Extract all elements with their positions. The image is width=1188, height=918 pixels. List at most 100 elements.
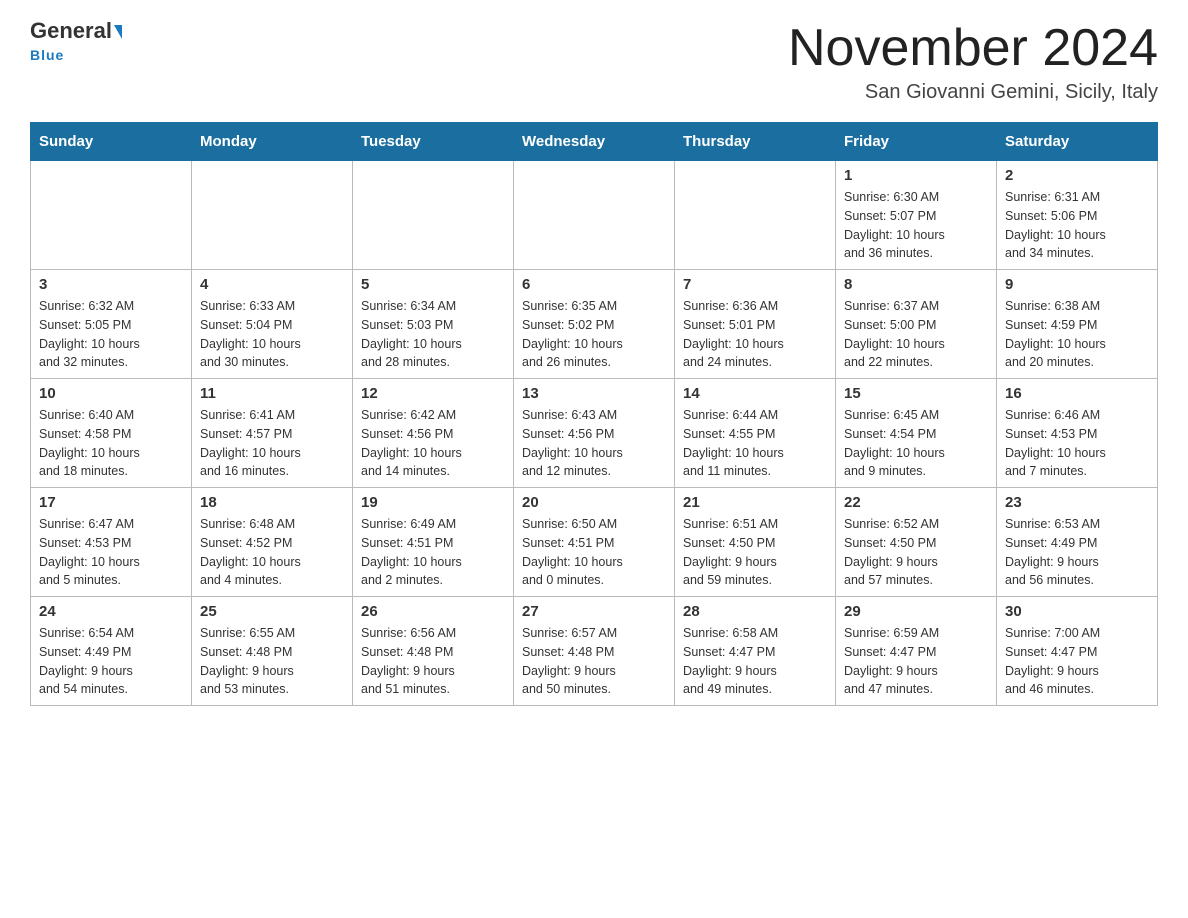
weekday-header-saturday: Saturday (997, 123, 1158, 161)
calendar-cell: 26 Sunrise: 6:56 AMSunset: 4:48 PMDayligh… (353, 597, 514, 706)
week-row-1: 1 Sunrise: 6:30 AMSunset: 5:07 PMDaylight… (31, 161, 1158, 270)
logo-blue-text: Blue (30, 47, 64, 63)
logo-triangle-icon (114, 25, 122, 39)
day-info: Sunrise: 6:58 AMSunset: 4:47 PMDaylight:… (683, 624, 827, 699)
calendar-cell (192, 161, 353, 270)
day-info: Sunrise: 6:55 AMSunset: 4:48 PMDaylight:… (200, 624, 344, 699)
week-row-2: 3Sunrise: 6:32 AMSunset: 5:05 PMDaylight… (31, 270, 1158, 379)
day-info: Sunrise: 6:45 AMSunset: 4:54 PMDaylight:… (844, 406, 988, 481)
week-row-3: 10Sunrise: 6:40 AMSunset: 4:58 PMDayligh… (31, 379, 1158, 488)
day-info: Sunrise: 6:43 AMSunset: 4:56 PMDaylight:… (522, 406, 666, 481)
calendar-cell: 8 Sunrise: 6:37 AMSunset: 5:00 PMDaylight… (836, 270, 997, 379)
day-info: Sunrise: 7:00 AMSunset: 4:47 PMDaylight:… (1005, 624, 1149, 699)
calendar-cell (514, 161, 675, 270)
day-info: Sunrise: 6:49 AMSunset: 4:51 PMDaylight:… (361, 515, 505, 590)
calendar-cell (353, 161, 514, 270)
day-info: Sunrise: 6:34 AMSunset: 5:03 PMDaylight:… (361, 297, 505, 372)
calendar-cell: 14 Sunrise: 6:44 AMSunset: 4:55 PMDayligh… (675, 379, 836, 488)
week-row-5: 24 Sunrise: 6:54 AMSunset: 4:49 PMDayligh… (31, 597, 1158, 706)
location-subtitle: San Giovanni Gemini, Sicily, Italy (788, 81, 1158, 104)
weekday-header-monday: Monday (192, 123, 353, 161)
day-number: 9 (1005, 276, 1149, 293)
calendar-cell: 9 Sunrise: 6:38 AMSunset: 4:59 PMDaylight… (997, 270, 1158, 379)
day-info: Sunrise: 6:50 AMSunset: 4:51 PMDaylight:… (522, 515, 666, 590)
weekday-header-tuesday: Tuesday (353, 123, 514, 161)
day-number: 8 (844, 276, 988, 293)
day-info: Sunrise: 6:40 AMSunset: 4:58 PMDaylight:… (39, 406, 183, 481)
calendar-cell: 12 Sunrise: 6:42 AMSunset: 4:56 PMDayligh… (353, 379, 514, 488)
page-header: General Blue November 2024 San Giovanni … (30, 20, 1158, 104)
day-number: 23 (1005, 494, 1149, 511)
calendar-cell: 22 Sunrise: 6:52 AMSunset: 4:50 PMDayligh… (836, 488, 997, 597)
day-info: Sunrise: 6:35 AMSunset: 5:02 PMDaylight:… (522, 297, 666, 372)
day-number: 20 (522, 494, 666, 511)
calendar-cell: 30 Sunrise: 7:00 AMSunset: 4:47 PMDayligh… (997, 597, 1158, 706)
calendar-cell: 17 Sunrise: 6:47 AMSunset: 4:53 PMDayligh… (31, 488, 192, 597)
month-title: November 2024 (788, 20, 1158, 77)
day-number: 17 (39, 494, 183, 511)
day-number: 26 (361, 603, 505, 620)
day-number: 13 (522, 385, 666, 402)
day-number: 29 (844, 603, 988, 620)
calendar-cell: 21Sunrise: 6:51 AMSunset: 4:50 PMDayligh… (675, 488, 836, 597)
calendar-cell: 28 Sunrise: 6:58 AMSunset: 4:47 PMDayligh… (675, 597, 836, 706)
day-number: 30 (1005, 603, 1149, 620)
day-info: Sunrise: 6:44 AMSunset: 4:55 PMDaylight:… (683, 406, 827, 481)
day-number: 19 (361, 494, 505, 511)
day-info: Sunrise: 6:41 AMSunset: 4:57 PMDaylight:… (200, 406, 344, 481)
weekday-header-thursday: Thursday (675, 123, 836, 161)
calendar-cell: 23Sunrise: 6:53 AMSunset: 4:49 PMDayligh… (997, 488, 1158, 597)
day-number: 12 (361, 385, 505, 402)
calendar-cell: 20 Sunrise: 6:50 AMSunset: 4:51 PMDayligh… (514, 488, 675, 597)
day-info: Sunrise: 6:30 AMSunset: 5:07 PMDaylight:… (844, 188, 988, 263)
calendar-cell (675, 161, 836, 270)
day-number: 1 (844, 167, 988, 184)
day-info: Sunrise: 6:42 AMSunset: 4:56 PMDaylight:… (361, 406, 505, 481)
day-number: 21 (683, 494, 827, 511)
day-number: 2 (1005, 167, 1149, 184)
calendar-cell: 11 Sunrise: 6:41 AMSunset: 4:57 PMDayligh… (192, 379, 353, 488)
day-info: Sunrise: 6:31 AMSunset: 5:06 PMDaylight:… (1005, 188, 1149, 263)
day-info: Sunrise: 6:59 AMSunset: 4:47 PMDaylight:… (844, 624, 988, 699)
day-number: 3 (39, 276, 183, 293)
calendar-cell: 7 Sunrise: 6:36 AMSunset: 5:01 PMDaylight… (675, 270, 836, 379)
calendar-cell: 25 Sunrise: 6:55 AMSunset: 4:48 PMDayligh… (192, 597, 353, 706)
title-area: November 2024 San Giovanni Gemini, Sicil… (788, 20, 1158, 104)
logo: General Blue (30, 20, 122, 64)
day-info: Sunrise: 6:56 AMSunset: 4:48 PMDaylight:… (361, 624, 505, 699)
weekday-header-wednesday: Wednesday (514, 123, 675, 161)
day-number: 4 (200, 276, 344, 293)
calendar-cell: 27Sunrise: 6:57 AMSunset: 4:48 PMDayligh… (514, 597, 675, 706)
day-info: Sunrise: 6:37 AMSunset: 5:00 PMDaylight:… (844, 297, 988, 372)
calendar-cell: 6 Sunrise: 6:35 AMSunset: 5:02 PMDaylight… (514, 270, 675, 379)
day-info: Sunrise: 6:52 AMSunset: 4:50 PMDaylight:… (844, 515, 988, 590)
weekday-header-sunday: Sunday (31, 123, 192, 161)
calendar-cell (31, 161, 192, 270)
calendar-cell: 13 Sunrise: 6:43 AMSunset: 4:56 PMDayligh… (514, 379, 675, 488)
calendar-cell: 5Sunrise: 6:34 AMSunset: 5:03 PMDaylight… (353, 270, 514, 379)
calendar-cell: 29 Sunrise: 6:59 AMSunset: 4:47 PMDayligh… (836, 597, 997, 706)
day-info: Sunrise: 6:47 AMSunset: 4:53 PMDaylight:… (39, 515, 183, 590)
day-number: 22 (844, 494, 988, 511)
day-number: 11 (200, 385, 344, 402)
day-number: 14 (683, 385, 827, 402)
day-number: 15 (844, 385, 988, 402)
day-number: 27 (522, 603, 666, 620)
day-number: 28 (683, 603, 827, 620)
day-number: 7 (683, 276, 827, 293)
week-row-4: 17 Sunrise: 6:47 AMSunset: 4:53 PMDayligh… (31, 488, 1158, 597)
calendar-cell: 3Sunrise: 6:32 AMSunset: 5:05 PMDaylight… (31, 270, 192, 379)
calendar-cell: 24 Sunrise: 6:54 AMSunset: 4:49 PMDayligh… (31, 597, 192, 706)
day-number: 24 (39, 603, 183, 620)
day-info: Sunrise: 6:54 AMSunset: 4:49 PMDaylight:… (39, 624, 183, 699)
day-info: Sunrise: 6:38 AMSunset: 4:59 PMDaylight:… (1005, 297, 1149, 372)
day-info: Sunrise: 6:36 AMSunset: 5:01 PMDaylight:… (683, 297, 827, 372)
calendar-cell: 19 Sunrise: 6:49 AMSunset: 4:51 PMDayligh… (353, 488, 514, 597)
calendar-cell: 10Sunrise: 6:40 AMSunset: 4:58 PMDayligh… (31, 379, 192, 488)
day-number: 16 (1005, 385, 1149, 402)
day-info: Sunrise: 6:48 AMSunset: 4:52 PMDaylight:… (200, 515, 344, 590)
calendar-cell: 4Sunrise: 6:33 AMSunset: 5:04 PMDaylight… (192, 270, 353, 379)
day-info: Sunrise: 6:46 AMSunset: 4:53 PMDaylight:… (1005, 406, 1149, 481)
day-number: 25 (200, 603, 344, 620)
day-number: 6 (522, 276, 666, 293)
